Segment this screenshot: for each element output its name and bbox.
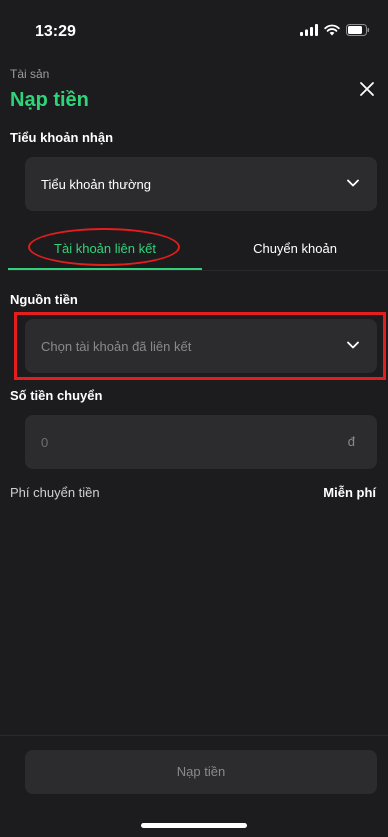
amount-placeholder: 0 <box>41 435 49 450</box>
tab-divider <box>8 270 388 271</box>
status-time: 13:29 <box>35 23 76 40</box>
home-indicator[interactable] <box>141 823 247 828</box>
source-label: Nguồn tiền <box>10 292 78 307</box>
chevron-down-icon <box>347 179 359 187</box>
page-title: Nạp tiền <box>10 89 89 111</box>
deposit-button-label: Nạp tiền <box>176 764 226 779</box>
receiving-account-select[interactable]: Tiểu khoản thường <box>25 157 377 211</box>
fee-value: Miễn phí <box>323 485 376 500</box>
bottom-divider <box>0 735 388 736</box>
deposit-button[interactable]: Nạp tiền <box>25 750 377 794</box>
tab-bank-transfer-label: Chuyển khoản <box>253 241 337 256</box>
close-icon[interactable] <box>356 78 378 100</box>
breadcrumb: Tài sản <box>10 67 50 81</box>
status-icons <box>300 24 370 36</box>
signal-icon <box>300 24 318 36</box>
fee-label: Phí chuyển tiền <box>10 485 100 500</box>
wifi-icon <box>324 24 340 36</box>
tab-bank-transfer[interactable]: Chuyển khoản <box>202 226 388 270</box>
battery-icon <box>346 24 370 36</box>
active-tab-indicator <box>8 268 202 270</box>
annotation-rectangle <box>14 312 386 380</box>
status-bar: 13:29 <box>0 0 388 56</box>
receiving-account-label: Tiểu khoản nhận <box>10 130 114 145</box>
annotation-ellipse <box>28 228 180 266</box>
amount-input[interactable]: 0 đ <box>25 415 377 469</box>
amount-label: Số tiền chuyển <box>10 388 103 403</box>
deposit-screen: 13:29 Tài sản Nạp tiền Tiểu khoản nhận T… <box>0 0 388 837</box>
receiving-account-value: Tiểu khoản thường <box>41 177 151 192</box>
currency-unit: đ <box>347 434 355 449</box>
